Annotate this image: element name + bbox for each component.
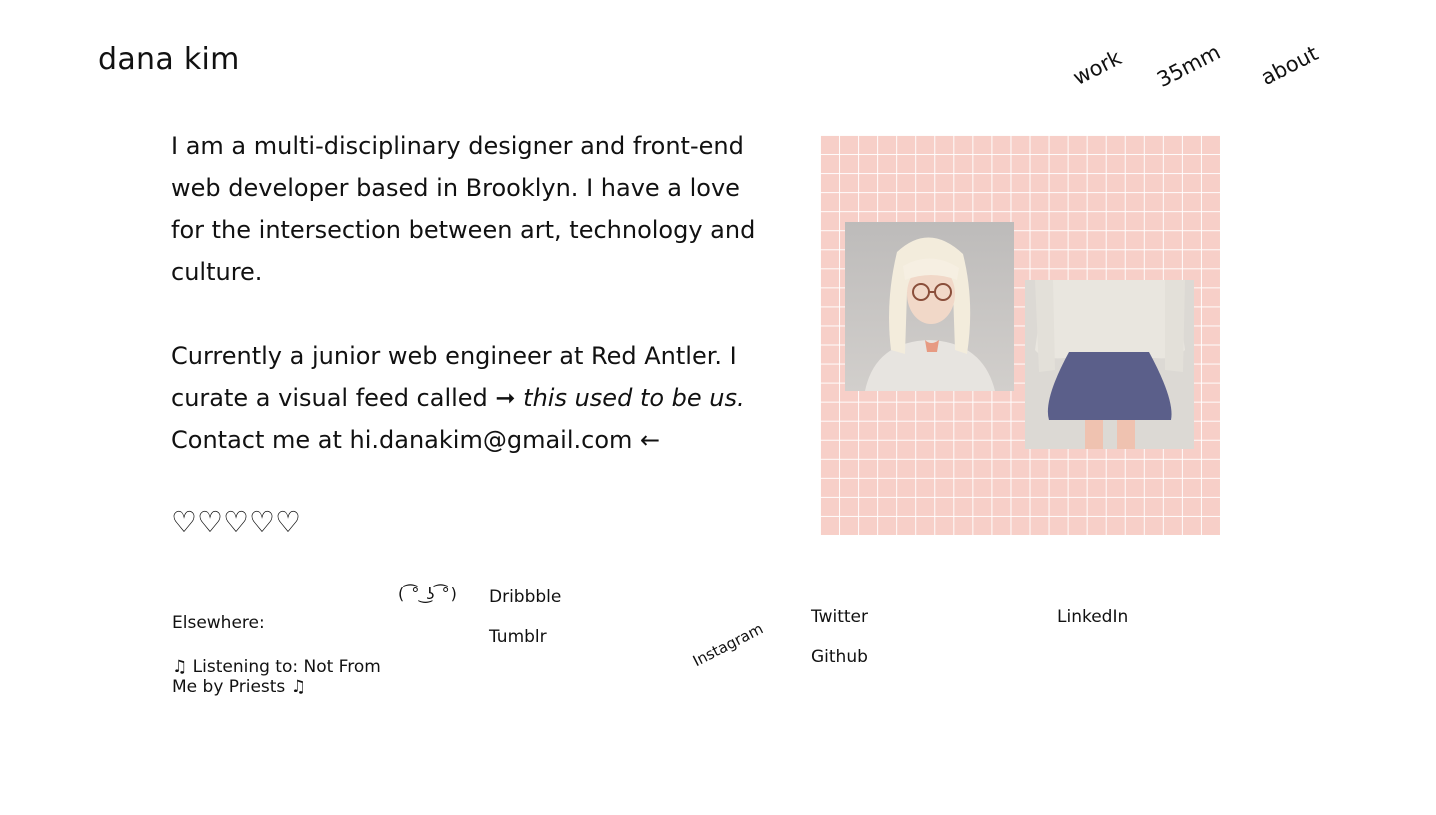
now-playing-text: ♫ Listening to: Not From Me by Priests ♫ [172, 657, 381, 697]
tumblr-link[interactable]: Tumblr [489, 626, 547, 648]
photo-grid-panel [820, 135, 1220, 535]
nav-about-link[interactable]: about [1257, 41, 1322, 90]
bio-paragraph-2: Currently a junior web engineer at Red A… [171, 335, 771, 461]
elsewhere-label: Elsewhere: [172, 613, 265, 633]
hearts-row: ♡♡♡♡♡ [171, 505, 301, 539]
instagram-link[interactable]: Instagram [689, 618, 767, 672]
portrait-photo-image [845, 222, 1014, 391]
feed-link[interactable]: this used to be us. [523, 384, 744, 412]
linkedin-link[interactable]: LinkedIn [1057, 606, 1128, 628]
nav-35mm-link[interactable]: 35mm [1153, 40, 1224, 92]
nav-work-link[interactable]: work [1069, 46, 1125, 90]
github-link[interactable]: Github [811, 646, 868, 668]
contact-text[interactable]: Contact me at hi.danakim@gmail.com ← [171, 426, 660, 454]
dribbble-link[interactable]: Dribbble [489, 586, 561, 608]
page: dana kim work 35mm about I am a multi-di… [0, 0, 1436, 815]
portrait-photo [845, 222, 1014, 391]
bio-paragraph-1: I am a multi-disciplinary designer and f… [171, 132, 756, 286]
sweater-skirt-photo [1025, 280, 1194, 449]
sweater-skirt-photo-image [1025, 280, 1194, 449]
site-title[interactable]: dana kim [98, 40, 240, 80]
lenny-face: ( ͡° ͜ʖ ͡°) [398, 584, 458, 603]
twitter-link[interactable]: Twitter [811, 606, 868, 628]
bio-section: I am a multi-disciplinary designer and f… [171, 125, 771, 503]
